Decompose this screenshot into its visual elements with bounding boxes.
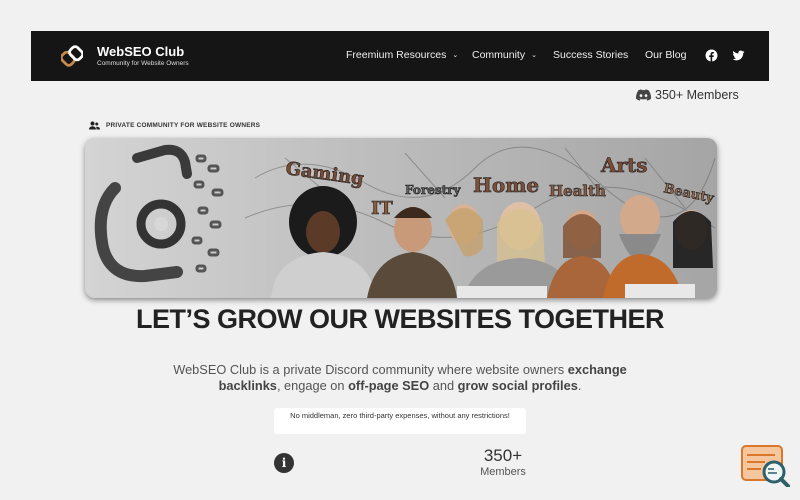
users-icon [89, 121, 100, 130]
brand-name[interactable]: WebSEO Club [97, 44, 184, 59]
banner-word: Home [473, 173, 539, 197]
banner-word: Health [549, 182, 606, 200]
nav-label: Freemium Resources [346, 49, 447, 61]
hero-description: WebSEO Club is a private Discord communi… [173, 362, 627, 393]
banner-illustration: Gaming IT Forestry Home Health Arts Beau… [85, 138, 717, 298]
nav-success-stories[interactable]: Success Stories [553, 49, 628, 61]
facebook-icon[interactable] [705, 49, 718, 62]
hero-banner-image: Gaming IT Forestry Home Health Arts Beau… [85, 138, 717, 298]
brand-tagline: Community for Website Owners [97, 60, 189, 67]
chevron-down-icon: ⌄ [452, 52, 459, 59]
banner-word: Forestry [405, 183, 461, 197]
members-count-badge[interactable]: 350+ Members [636, 87, 739, 103]
chevron-down-icon: ⌄ [531, 52, 537, 59]
search-widget-icon[interactable] [741, 445, 791, 487]
info-icon[interactable]: i [274, 453, 294, 473]
members-stat-value: 350+ [483, 446, 523, 465]
twitter-icon[interactable] [732, 49, 745, 62]
hero-title: LET’S GROW OUR WEBSITES TOGETHER [135, 304, 665, 334]
banner-word: IT [371, 198, 393, 219]
nav-label: Our Blog [645, 49, 687, 61]
nav-freemium-resources[interactable]: Freemium Resources ⌄ [346, 49, 458, 61]
nav-our-blog[interactable]: Our Blog [645, 49, 686, 61]
kicker-text: PRIVATE COMMUNITY FOR WEBSITE OWNERS [106, 122, 261, 129]
top-navbar: WebSEO Club Community for Website Owners… [31, 31, 769, 81]
members-count-label: 350+ Members [655, 88, 739, 102]
members-stat-label: Members [480, 466, 526, 478]
banner-word: Arts [600, 153, 648, 177]
nav-label: Success Stories [553, 49, 629, 61]
chain-link-logo-icon[interactable] [61, 45, 83, 67]
no-middleman-note: No middleman, zero third-party expenses,… [274, 408, 526, 434]
hero-kicker: PRIVATE COMMUNITY FOR WEBSITE OWNERS [89, 121, 260, 130]
discord-icon [636, 89, 651, 101]
nav-label: Community [472, 49, 526, 61]
nav-community[interactable]: Community ⌄ [472, 49, 537, 61]
